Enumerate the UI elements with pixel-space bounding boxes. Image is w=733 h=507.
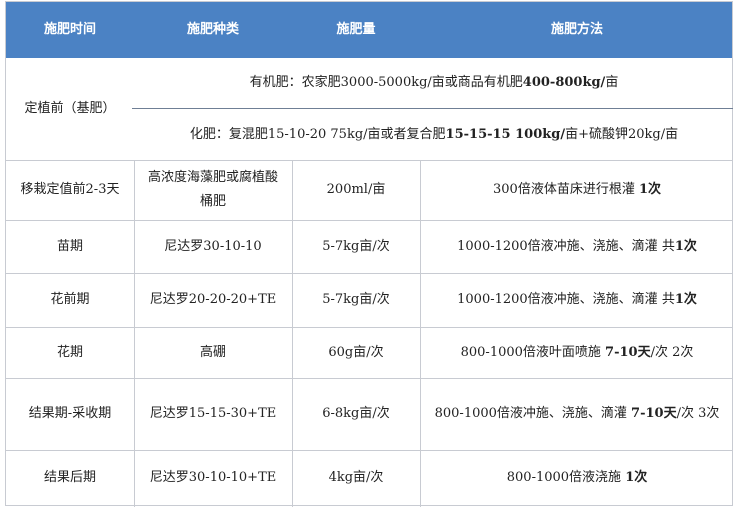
chemical-fertilizer-text: 化肥：复混肥15-10-20 75kg/亩或者复合肥15-15-15 100kg…	[189, 126, 679, 142]
table-row-method: 1000-1200倍液冲施、浇施、滴灌 共1次	[457, 238, 697, 254]
table-row-type: 尼达罗30-10-10+TE	[149, 470, 277, 485]
table-row-time: 移栽定值前2-3天	[20, 182, 120, 197]
table-row-amount: 6-8kg亩/次	[322, 406, 390, 421]
table-row-type: 高浓度海藻肥或腐植酸桶肥	[147, 170, 278, 209]
organic-fertilizer-cell: 有机肥：农家肥3000-5000kg/亩或商品有机肥400-800kg/亩	[134, 58, 733, 108]
header-time: 施肥时间	[43, 22, 96, 37]
header-amount: 施肥量	[336, 22, 376, 37]
table-row-time: 花前期	[50, 292, 90, 307]
table-row-type: 尼达罗20-20-20+TE	[149, 292, 277, 307]
table-row-method: 300倍液体苗床进行根灌 1次	[493, 182, 661, 197]
table-row-time: 花期	[56, 344, 83, 360]
table-row-amount: 200ml/亩	[326, 182, 386, 197]
header-method: 施肥方法	[550, 22, 603, 37]
table-row-amount: 5-7kg亩/次	[322, 292, 390, 307]
table-header: 施肥时间 施肥种类 施肥量 施肥方法	[6, 2, 732, 58]
table-row-type: 高硼	[199, 344, 226, 360]
table-row-method: 1000-1200倍液冲施、浇施、滴灌 共1次	[457, 292, 697, 307]
table-row-type: 尼达罗15-15-30+TE	[149, 406, 277, 421]
header-type: 施肥种类	[186, 22, 239, 37]
fertilization-table: 施肥时间 施肥种类 施肥量 施肥方法 定植前（基肥） 有机肥：农家肥3000-5…	[5, 1, 733, 507]
table-row-amount: 4kg亩/次	[328, 470, 384, 485]
table-row-method: 800-1000倍液冲施、浇施、滴灌 7-10天/次 3次	[434, 406, 720, 421]
base-time-cell: 定植前（基肥）	[6, 58, 134, 160]
table-row-time: 苗期	[56, 238, 83, 254]
base-time-text: 定植前（基肥）	[24, 101, 116, 116]
table-row-time: 结果后期	[43, 470, 96, 485]
table-row-method: 800-1000倍液叶面喷施 7-10天/次 2次	[460, 344, 694, 360]
table-row-amount: 5-7kg亩/次	[322, 238, 390, 254]
table-row-type: 尼达罗30-10-10	[164, 238, 262, 254]
table-row-method: 800-1000倍液浇施 1次	[506, 470, 648, 485]
table-row-amount: 60g亩/次	[328, 344, 384, 360]
table-row-time: 结果期-采收期	[28, 406, 112, 421]
chemical-fertilizer-cell: 化肥：复混肥15-10-20 75kg/亩或者复合肥15-15-15 100kg…	[134, 109, 733, 160]
organic-fertilizer-text: 有机肥：农家肥3000-5000kg/亩或商品有机肥400-800kg/亩	[249, 75, 619, 90]
